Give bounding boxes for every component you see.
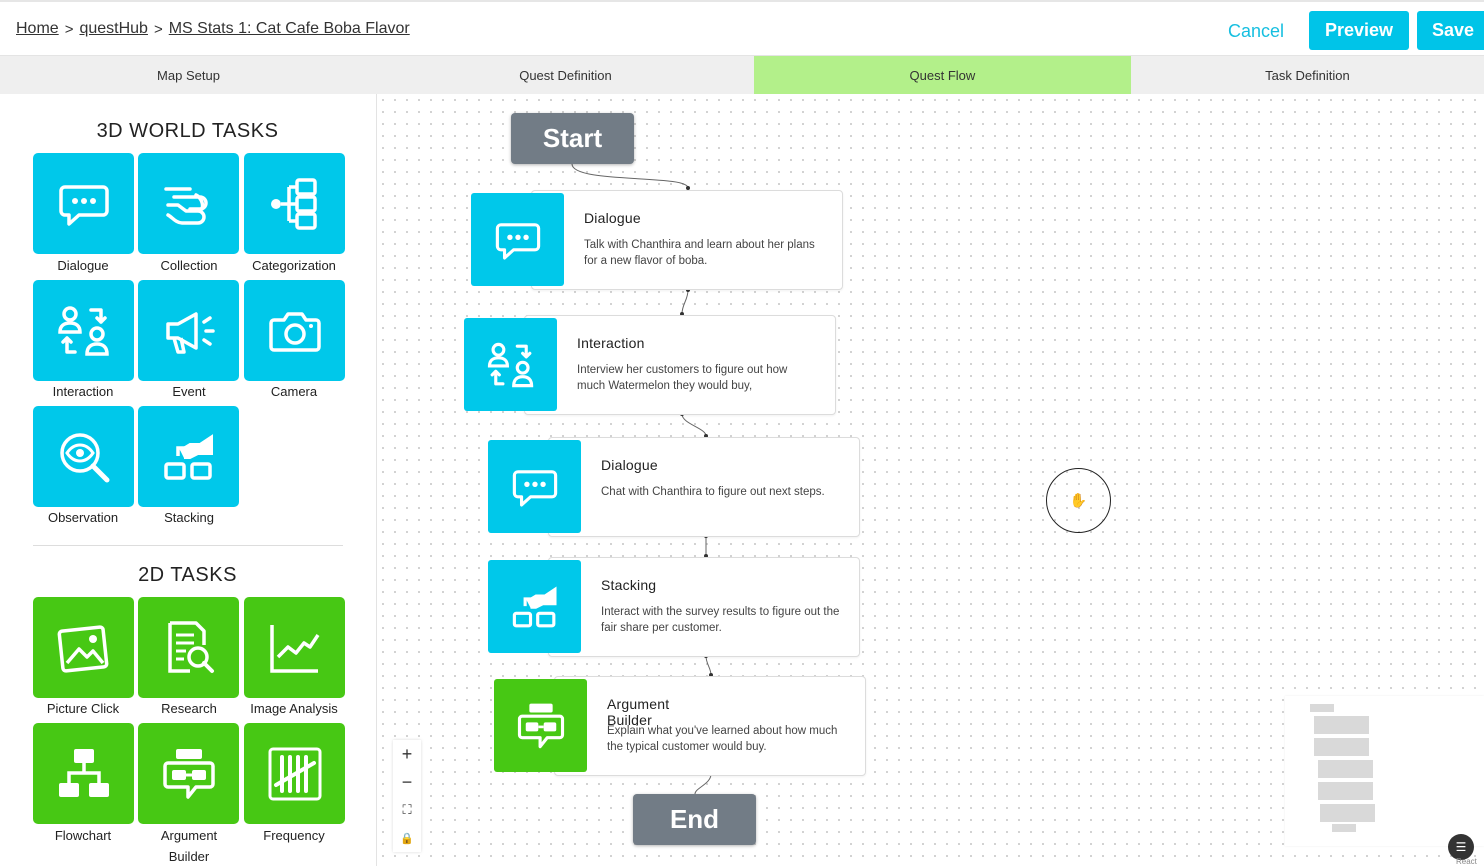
- flowchart-icon: [58, 748, 109, 797]
- task-label-categorization: Categorization: [252, 258, 336, 273]
- flat-tasks-heading: 2D TASKS: [138, 564, 237, 586]
- camera-icon: [268, 311, 321, 352]
- task-tile-research[interactable]: [138, 597, 239, 698]
- task-tile-flowchart[interactable]: [33, 723, 134, 824]
- task-tile-frequency[interactable]: [244, 723, 345, 824]
- picture-icon: [57, 624, 108, 673]
- node-icon-box: [494, 679, 587, 772]
- tab-quest-flow[interactable]: Quest Flow: [753, 56, 1131, 94]
- task-tile-camera[interactable]: [244, 280, 345, 381]
- cancel-button[interactable]: Cancel: [1220, 12, 1292, 50]
- chat-bubble-icon: [495, 222, 540, 259]
- grab-cursor-indicator: ✋: [1046, 468, 1111, 533]
- task-tile-event[interactable]: [138, 280, 239, 381]
- task-label-research: Research: [161, 701, 217, 716]
- task-tile-argument-builder[interactable]: [138, 723, 239, 824]
- people-swap-icon: [57, 305, 109, 356]
- fit-view-button[interactable]: ⛶: [393, 796, 421, 824]
- task-label-camera: Camera: [270, 384, 318, 399]
- task-tile-dialogue[interactable]: [33, 153, 134, 254]
- line-chart-icon: [269, 624, 319, 673]
- node-icon-box: [464, 318, 557, 411]
- node-description: Interact with the survey results to figu…: [601, 606, 840, 634]
- start-node[interactable]: Start: [511, 113, 634, 164]
- flow-canvas[interactable]: Start Dialogue Talk with Chanthira and l…: [377, 94, 1484, 866]
- task-label-argument-builder: Argument Builder: [129, 825, 249, 867]
- node-title: Interaction: [577, 335, 645, 351]
- task-label-event: Event: [172, 384, 206, 399]
- task-tile-picture-click[interactable]: [33, 597, 134, 698]
- task-label-collection: Collection: [160, 258, 218, 273]
- task-tile-categorization[interactable]: [244, 153, 345, 254]
- top-bar: Home > questHub > MS Stats 1: Cat Cafe B…: [0, 0, 1484, 56]
- task-label-picture-click: Picture Click: [46, 701, 120, 716]
- node-title: Stacking: [601, 577, 657, 593]
- zoom-out-button[interactable]: −: [393, 768, 421, 796]
- task-tile-image-analysis[interactable]: [244, 597, 345, 698]
- tab-bar: Map Setup Quest Definition Quest Flow Ta…: [0, 56, 1484, 94]
- task-label-dialogue: Dialogue: [57, 258, 109, 273]
- breadcrumb: Home > questHub > MS Stats 1: Cat Cafe B…: [16, 20, 410, 38]
- node-icon-box: [471, 193, 564, 286]
- node-description: Talk with Chanthira and learn about her …: [584, 239, 815, 267]
- stacking-hand-icon: [512, 585, 557, 627]
- argument-builder-icon: [517, 703, 564, 748]
- node-description: Chat with Chanthira to figure out next s…: [601, 486, 825, 498]
- breadcrumb-separator: >: [64, 20, 74, 38]
- megaphone-icon: [165, 311, 215, 354]
- lock-button[interactable]: 🔒: [393, 824, 421, 852]
- breadcrumb-quest-link[interactable]: MS Stats 1: Cat Cafe Boba Flavor: [169, 20, 410, 38]
- task-label-observation: Observation: [47, 510, 119, 525]
- breadcrumb-questhub-link[interactable]: questHub: [79, 20, 148, 38]
- node-title: Dialogue: [601, 457, 658, 473]
- node-description: Interview her customers to figure out ho…: [577, 364, 788, 392]
- people-swap-icon: [487, 342, 533, 387]
- zoom-controls: + − ⛶ 🔒: [393, 740, 421, 852]
- task-tile-collection[interactable]: [138, 153, 239, 254]
- tree-branch-icon: [270, 177, 317, 230]
- tab-quest-definition[interactable]: Quest Definition: [377, 56, 754, 94]
- eye-magnifier-icon: [59, 432, 109, 482]
- end-node[interactable]: End: [633, 794, 756, 845]
- tab-map-setup[interactable]: Map Setup: [0, 56, 377, 94]
- argument-builder-icon: [162, 748, 215, 799]
- breadcrumb-separator: >: [153, 20, 163, 38]
- tally-marks-icon: [268, 747, 321, 800]
- task-label-argument-builder-text: Argument Builder: [160, 828, 218, 864]
- world-tasks-heading: 3D WORLD TASKS: [96, 120, 279, 142]
- task-label-image-analysis: Image Analysis: [250, 701, 338, 716]
- task-label-interaction: Interaction: [52, 384, 114, 399]
- task-tile-stacking[interactable]: [138, 406, 239, 507]
- zoom-in-button[interactable]: +: [393, 740, 421, 768]
- minimap[interactable]: [1285, 696, 1484, 846]
- node-icon-box: [488, 560, 581, 653]
- task-tile-interaction[interactable]: [33, 280, 134, 381]
- chat-bubble-icon: [512, 469, 557, 506]
- preview-button[interactable]: Preview: [1309, 11, 1409, 50]
- document-search-icon: [167, 620, 214, 673]
- stacking-hand-icon: [163, 433, 213, 480]
- chat-bubble-icon: [58, 184, 109, 226]
- hand-grab-icon: ✋: [1069, 492, 1088, 508]
- save-button[interactable]: Save: [1417, 11, 1484, 50]
- task-label-frequency: Frequency: [263, 828, 325, 843]
- task-tile-observation[interactable]: [33, 406, 134, 507]
- task-palette-sidebar: 3D WORLD TASKS Dialogue Collection Categ…: [0, 94, 377, 866]
- node-icon-box: [488, 440, 581, 533]
- corner-label: React: [1456, 857, 1477, 866]
- task-label-flowchart: Flowchart: [54, 828, 112, 843]
- node-description: Explain what you've learned about how mu…: [607, 725, 838, 753]
- node-title: Dialogue: [584, 210, 641, 226]
- tab-task-definition[interactable]: Task Definition: [1131, 56, 1484, 94]
- breadcrumb-home-link[interactable]: Home: [16, 20, 59, 38]
- hand-collect-icon: [163, 186, 208, 225]
- task-label-stacking: Stacking: [164, 510, 214, 525]
- section-divider: [33, 545, 343, 546]
